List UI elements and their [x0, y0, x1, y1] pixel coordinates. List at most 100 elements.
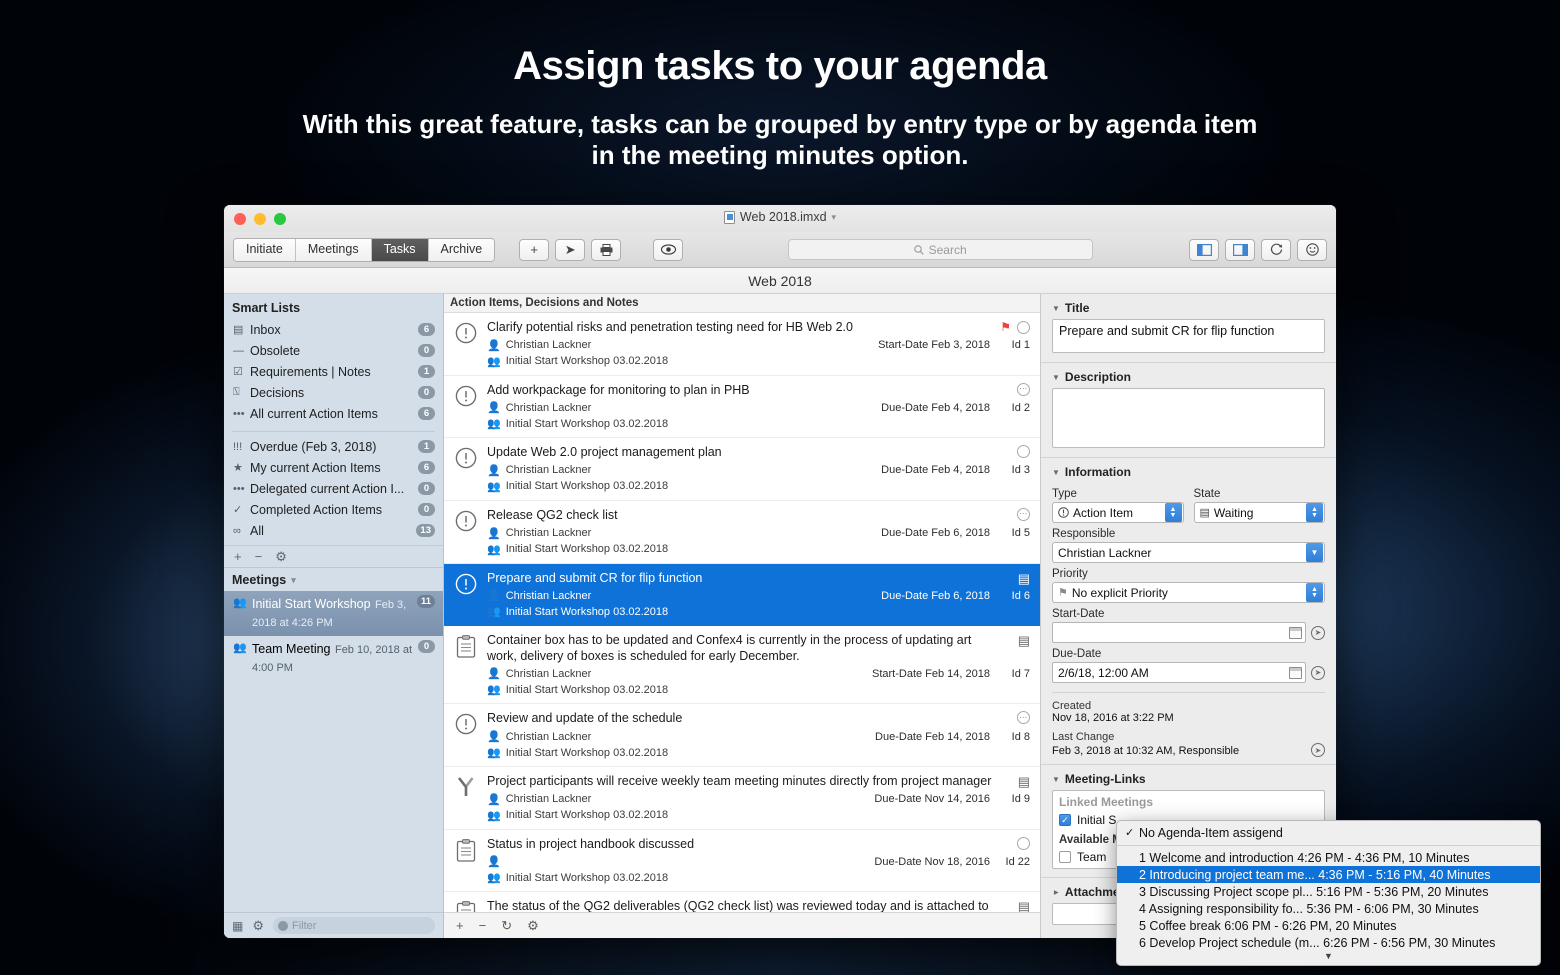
print-button[interactable] [591, 239, 621, 261]
table-row[interactable]: Add workpackage for monitoring to plan i… [444, 376, 1040, 439]
remove-smart-list-button[interactable]: − [255, 549, 263, 564]
checkbox-checked-icon[interactable]: ✓ [1059, 814, 1071, 826]
state-select[interactable]: ▤ Waiting ▲▼ [1194, 502, 1326, 523]
remove-item-button[interactable]: − [479, 918, 487, 933]
row-status[interactable]: ▤ [1018, 633, 1030, 649]
row-status[interactable] [1017, 837, 1030, 850]
meeting-item-team-meeting[interactable]: 👥 Team Meeting Feb 10, 2018 at 4:00 PM 0 [224, 636, 443, 681]
sidebar-item-overdue[interactable]: !!! Overdue (Feb 3, 2018) 1 [224, 436, 443, 457]
description-section-header[interactable]: ▼ Description [1052, 367, 1325, 388]
title-section-header[interactable]: ▼ Title [1052, 298, 1325, 319]
items-list[interactable]: Clarify potential risks and penetration … [444, 313, 1040, 912]
status-badge[interactable]: ⋯ [1017, 383, 1030, 396]
sidebar-item-all[interactable]: ∞ All 13 [224, 520, 443, 541]
sidebar-item-requirements-notes[interactable]: ☑ Requirements | Notes 1 [224, 361, 443, 382]
due-date-input[interactable]: 2/6/18, 12:00 AM [1052, 662, 1306, 683]
meeting-links-section-header[interactable]: ▼ Meeting-Links [1052, 769, 1325, 790]
gear-icon[interactable]: ⚙ [527, 918, 539, 934]
sidebar-item-my-current-action-items[interactable]: ★ My current Action Items 6 [224, 457, 443, 478]
flag-icon[interactable]: ⚑ [1000, 320, 1011, 334]
disclosure-triangle-icon[interactable]: ▼ [1052, 775, 1060, 784]
gear-icon[interactable]: ⚙ [275, 549, 287, 565]
menu-scroll-down-icon[interactable]: ▼ [1117, 951, 1540, 963]
row-status[interactable] [1017, 445, 1030, 458]
menu-item-agenda-6[interactable]: 6 Develop Project schedule (m... 6:26 PM… [1117, 934, 1540, 951]
table-row[interactable]: Release QG2 check list 👤Christian Lackne… [444, 501, 1040, 564]
meetings-header[interactable]: Meetings ▾ [224, 567, 443, 591]
last-change-goto-button[interactable]: ➤ [1311, 743, 1325, 757]
row-status[interactable]: ⋯ [1017, 383, 1030, 396]
stepper-icon[interactable]: ▲▼ [1165, 503, 1182, 522]
status-badge[interactable]: ⋯ [1017, 508, 1030, 521]
table-row[interactable]: Review and update of the schedule 👤Chris… [444, 704, 1040, 767]
information-section-header[interactable]: ▼ Information [1052, 462, 1325, 483]
preview-button[interactable] [653, 239, 683, 261]
chevron-down-icon[interactable]: ▾ [832, 212, 837, 223]
description-input[interactable] [1052, 388, 1325, 448]
disclosure-triangle-icon[interactable]: ▼ [1052, 373, 1060, 382]
table-row[interactable]: Project participants will receive weekly… [444, 767, 1040, 830]
start-date-input[interactable] [1052, 622, 1306, 643]
disclosure-triangle-icon[interactable]: ▼ [1052, 468, 1060, 477]
sidebar-item-completed-action-items[interactable]: ✓ Completed Action Items 0 [224, 499, 443, 520]
table-row[interactable]: Clarify potential risks and penetration … [444, 313, 1040, 376]
row-status[interactable]: ▤ [1018, 774, 1030, 790]
row-status[interactable]: ⋯ [1017, 711, 1030, 724]
sidebar-item-decisions[interactable]: ⍂ Decisions 0 [224, 382, 443, 403]
add-button[interactable]: + [519, 239, 549, 261]
gear-icon[interactable]: ⚙ [252, 918, 264, 934]
type-select[interactable]: Action Item ▲▼ [1052, 502, 1184, 523]
status-badge[interactable] [1017, 837, 1030, 850]
inbox-icon[interactable]: ▤ [1018, 774, 1030, 790]
chevron-down-icon[interactable]: ▼ [1306, 543, 1323, 562]
tab-initiate[interactable]: Initiate [234, 239, 296, 261]
tab-meetings[interactable]: Meetings [296, 239, 372, 261]
menu-item-agenda-4[interactable]: 4 Assigning responsibility fo... 5:36 PM… [1117, 900, 1540, 917]
due-date-goto-button[interactable]: ➤ [1311, 666, 1325, 680]
add-item-button[interactable]: + [456, 918, 464, 933]
start-date-goto-button[interactable]: ➤ [1311, 626, 1325, 640]
calendar-icon[interactable] [1289, 627, 1302, 639]
calendar-icon[interactable] [1289, 667, 1302, 679]
table-row[interactable]: The status of the QG2 deliverables (QG2 … [444, 892, 1040, 912]
table-row-selected[interactable]: Prepare and submit CR for flip function … [444, 564, 1040, 627]
refresh-icon[interactable]: ↻ [501, 918, 512, 934]
search-input[interactable]: Search [788, 239, 1093, 260]
sidebar-item-inbox[interactable]: ▤ Inbox 6 [224, 319, 443, 340]
row-status[interactable]: ⋯ [1017, 508, 1030, 521]
responsible-select[interactable]: Christian Lackner ▼ [1052, 542, 1325, 563]
menu-item-agenda-3[interactable]: 3 Discussing Project scope pl... 5:16 PM… [1117, 883, 1540, 900]
checkbox-icon[interactable] [1059, 851, 1071, 863]
menu-item-agenda-2[interactable]: 2 Introducing project team me... 4:36 PM… [1117, 866, 1540, 883]
menu-item-agenda-1[interactable]: 1 Welcome and introduction 4:26 PM - 4:3… [1117, 849, 1540, 866]
sidebar-item-delegated-current-action-items[interactable]: ••• Delegated current Action I... 0 [224, 478, 443, 499]
title-input[interactable]: Prepare and submit CR for flip function [1052, 319, 1325, 353]
table-row[interactable]: Status in project handbook discussed 👤 D… [444, 830, 1040, 893]
window-layout-icon[interactable]: ▦ [232, 919, 243, 933]
tab-tasks[interactable]: Tasks [372, 239, 429, 261]
sidebar-item-all-current-action-items[interactable]: ••• All current Action Items 6 [224, 403, 443, 424]
document-title[interactable]: Web 2018.imxd ▾ [224, 210, 1336, 224]
priority-select[interactable]: ⚑ No explicit Priority ▲▼ [1052, 582, 1325, 603]
row-status[interactable]: ⚑ [1000, 320, 1030, 334]
filter-input[interactable]: Filter [273, 917, 435, 934]
disclosure-triangle-collapsed-icon[interactable]: ▼ [1051, 888, 1060, 896]
status-badge[interactable] [1017, 445, 1030, 458]
menu-item-no-agenda[interactable]: ✓ No Agenda-Item assigend [1117, 824, 1540, 841]
row-status[interactable]: ▤ [1018, 899, 1030, 912]
toggle-right-panel-button[interactable] [1225, 239, 1255, 261]
inbox-icon[interactable]: ▤ [1018, 633, 1030, 649]
emoji-button[interactable] [1297, 239, 1327, 261]
tab-archive[interactable]: Archive [429, 239, 495, 261]
table-row[interactable]: Container box has to be updated and Conf… [444, 626, 1040, 704]
sidebar-item-obsolete[interactable]: — Obsolete 0 [224, 340, 443, 361]
meeting-item-initial-start-workshop[interactable]: 👥 Initial Start Workshop Feb 3, 2018 at … [224, 591, 443, 636]
stepper-icon[interactable]: ▲▼ [1306, 583, 1323, 602]
menu-item-agenda-5[interactable]: 5 Coffee break 6:06 PM - 6:26 PM, 20 Min… [1117, 917, 1540, 934]
row-status[interactable]: ▤ [1018, 571, 1030, 587]
toggle-left-panel-button[interactable] [1189, 239, 1219, 261]
status-badge[interactable]: ⋯ [1017, 711, 1030, 724]
stepper-icon[interactable]: ▲▼ [1306, 503, 1323, 522]
inbox-icon[interactable]: ▤ [1018, 571, 1030, 587]
chevron-down-icon[interactable]: ▾ [291, 575, 296, 586]
